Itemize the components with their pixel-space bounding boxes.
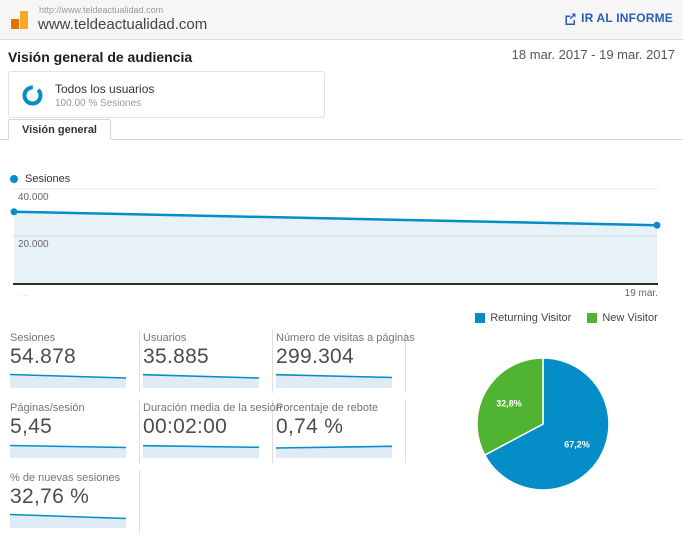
legend-item-returning-visitor: Returning Visitor bbox=[475, 312, 571, 324]
metric-card-nuevas-sesiones: % de nuevas sesiones 32,76 % bbox=[8, 470, 140, 533]
metric-label: Porcentaje de rebote bbox=[276, 402, 379, 414]
metric-label: Usuarios bbox=[143, 332, 187, 344]
metric-label: Número de visitas a páginas bbox=[276, 332, 415, 344]
metric-value: 5,45 bbox=[10, 415, 53, 438]
segment-name: Todos los usuarios bbox=[55, 82, 155, 96]
metric-sparkline bbox=[10, 373, 126, 388]
metric-card-duracion-media: Duración media de la sesión 00:02:00 bbox=[141, 400, 282, 463]
go-to-report-label: IR AL INFORME bbox=[581, 11, 673, 25]
external-link-icon bbox=[565, 13, 576, 25]
metric-card-paginas-sesion: Páginas/sesión 5,45 bbox=[8, 400, 140, 463]
metric-value: 35.885 bbox=[143, 345, 210, 368]
svg-text:32,8%: 32,8% bbox=[496, 399, 522, 409]
svg-text:40.000: 40.000 bbox=[18, 192, 49, 203]
analytics-logo-icon bbox=[9, 9, 31, 31]
metrics-row: Sesiones 54.878 Usuarios 35.885 Número d… bbox=[8, 330, 415, 393]
pie-legend: Returning Visitor New Visitor bbox=[450, 311, 683, 325]
metric-value: 32,76 % bbox=[10, 485, 90, 508]
date-range: 18 mar. 2017 - 19 mar. 2017 bbox=[511, 47, 675, 62]
metrics-grid: Sesiones 54.878 Usuarios 35.885 Número d… bbox=[8, 330, 415, 540]
metric-sparkline bbox=[143, 444, 259, 458]
metrics-row: % de nuevas sesiones 32,76 % bbox=[8, 470, 410, 533]
svg-text:19 mar.: 19 mar. bbox=[625, 288, 658, 299]
metric-sparkline bbox=[276, 445, 392, 458]
property-title: www.teldeactualidad.com bbox=[38, 16, 208, 33]
metric-label: Sesiones bbox=[10, 332, 56, 344]
metric-value: 299.304 bbox=[276, 345, 355, 368]
svg-text:20.000: 20.000 bbox=[18, 239, 49, 250]
visitor-type-pie-chart[interactable]: 67,2% 32,8% bbox=[450, 328, 683, 503]
tab-bar: Visión general bbox=[0, 119, 683, 140]
property-url: http://www.teldeactualidad.com bbox=[39, 5, 164, 15]
metric-label: Duración media de la sesión bbox=[143, 402, 282, 414]
metric-card-usuarios: Usuarios 35.885 bbox=[141, 330, 273, 393]
metric-sparkline bbox=[10, 513, 126, 528]
header-bar: http://www.teldeactualidad.com www.telde… bbox=[0, 0, 683, 40]
metric-value: 0,74 % bbox=[276, 415, 344, 438]
page-title: Visión general de audiencia bbox=[8, 49, 193, 65]
metric-sparkline bbox=[10, 444, 126, 458]
go-to-report-link[interactable]: IR AL INFORME bbox=[564, 11, 673, 25]
metric-card-porcentaje-rebote: Porcentaje de rebote 0,74 % bbox=[274, 400, 406, 463]
new-visitor-swatch-icon bbox=[587, 313, 598, 323]
metric-sparkline bbox=[276, 373, 392, 388]
metric-sparkline bbox=[143, 373, 259, 388]
legend-label: New Visitor bbox=[602, 312, 658, 324]
svg-text:…: … bbox=[20, 288, 30, 299]
metrics-row: Páginas/sesión 5,45 Duración media de la… bbox=[8, 400, 410, 463]
metric-card-sesiones: Sesiones 54.878 bbox=[8, 330, 140, 393]
metric-label: % de nuevas sesiones bbox=[10, 472, 121, 484]
segment-detail: 100.00 % Sesiones bbox=[55, 98, 142, 109]
metric-card-visitas-paginas: Número de visitas a páginas 299.304 bbox=[274, 330, 415, 393]
legend-label: Returning Visitor bbox=[490, 312, 572, 324]
svg-text:67,2%: 67,2% bbox=[564, 439, 590, 449]
visitor-type-section: Returning Visitor New Visitor 67,2% 32,8% bbox=[450, 311, 683, 503]
metric-value: 54.878 bbox=[10, 345, 77, 368]
tab-vision-general[interactable]: Visión general bbox=[8, 119, 111, 140]
segment-all-users[interactable]: Todos los usuarios 100.00 % Sesiones bbox=[8, 71, 325, 118]
sessions-timeline-chart[interactable]: 40.000 20.000 19 mar. … bbox=[0, 171, 683, 301]
returning-visitor-swatch-icon bbox=[475, 313, 486, 323]
metric-value: 00:02:00 bbox=[143, 415, 228, 438]
metric-label: Páginas/sesión bbox=[10, 402, 85, 414]
segment-donut-icon bbox=[22, 85, 43, 106]
legend-item-new-visitor: New Visitor bbox=[587, 312, 658, 324]
